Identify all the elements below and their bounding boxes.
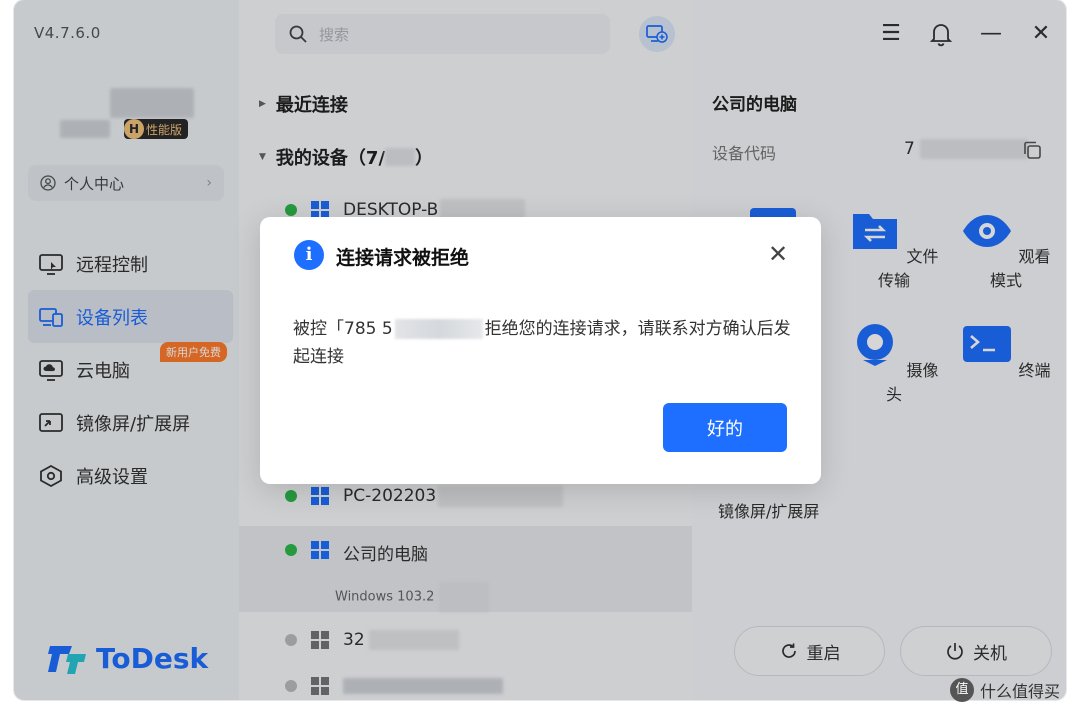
watermark-text: 什么值得买 <box>980 682 1061 701</box>
dialog-message: 被控「785 5 拒绝您的连接请求，请联系对方确认后发起连接 <box>293 315 793 371</box>
ok-button[interactable]: 好的 <box>663 403 787 452</box>
watermark-icon: 值 <box>950 678 974 702</box>
dialog-close-icon[interactable]: ✕ <box>768 241 788 267</box>
dialog-message-prefix: 被控「785 5 <box>293 319 393 339</box>
device-id-masked <box>394 319 483 339</box>
info-icon: i <box>294 240 324 270</box>
watermark: 值 什么值得买 <box>950 678 1060 702</box>
connection-rejected-dialog: i 连接请求被拒绝 ✕ 被控「785 5 拒绝您的连接请求，请联系对方确认后发起连… <box>260 217 821 484</box>
dialog-title: 连接请求被拒绝 <box>336 247 470 269</box>
